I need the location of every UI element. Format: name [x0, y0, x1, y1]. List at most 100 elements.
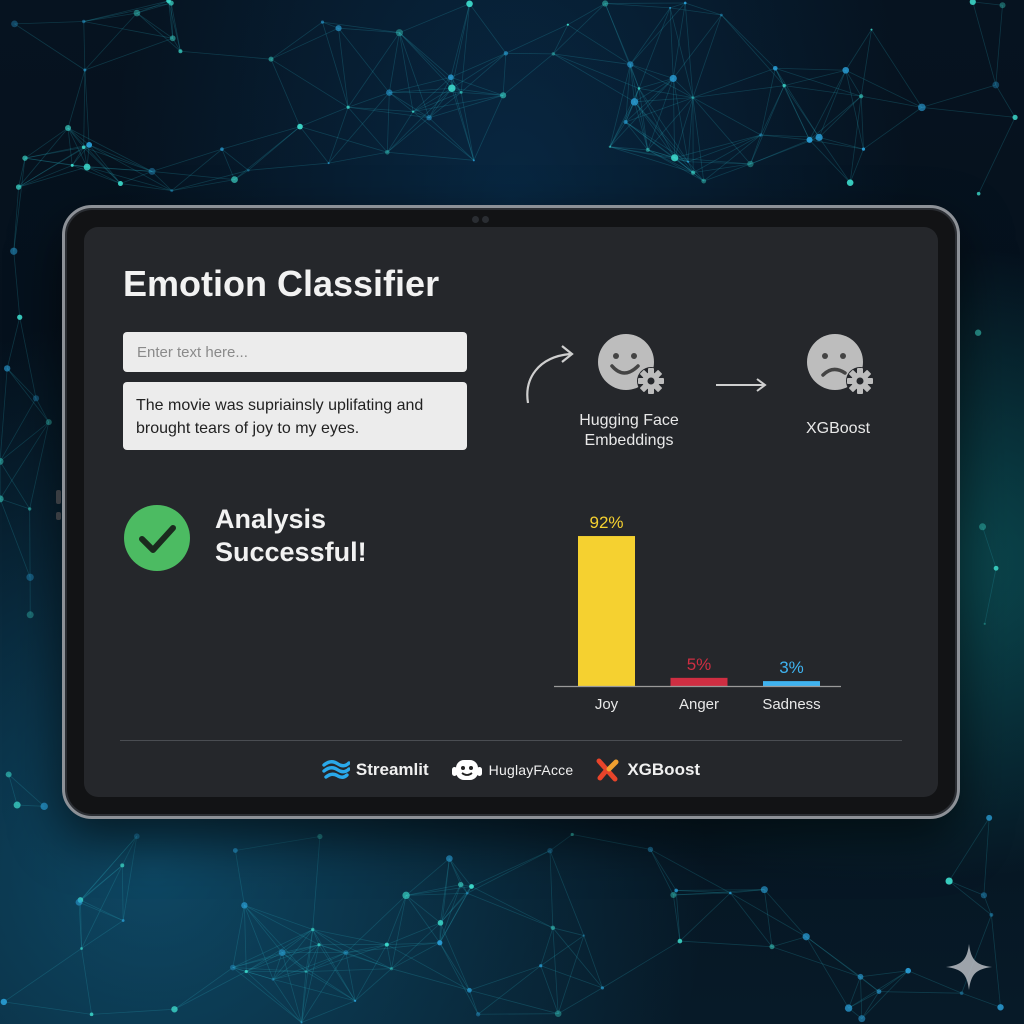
- network-link: [845, 70, 864, 150]
- text-area[interactable]: The movie was supriainsly uplifating and…: [123, 382, 467, 450]
- network-link: [948, 817, 990, 882]
- network-link: [174, 967, 234, 1010]
- network-node: [75, 898, 83, 906]
- network-link: [301, 929, 314, 1023]
- network-node: [317, 943, 321, 947]
- network-node: [120, 863, 125, 868]
- network-node: [231, 176, 238, 184]
- network-link: [391, 942, 440, 970]
- network-link: [775, 67, 846, 71]
- network-link: [391, 895, 407, 969]
- network-link: [818, 70, 847, 138]
- network-link: [78, 901, 124, 921]
- network-link: [692, 14, 722, 98]
- network-node: [602, 0, 609, 7]
- network-link: [675, 890, 681, 942]
- network-node: [70, 163, 74, 167]
- network-link: [0, 421, 50, 500]
- network-link: [549, 850, 554, 928]
- network-node: [691, 170, 696, 175]
- network-link: [281, 952, 307, 972]
- network-link: [502, 53, 507, 96]
- network-link: [783, 85, 820, 138]
- network-link: [583, 935, 603, 989]
- network-link: [995, 84, 1016, 118]
- network-node: [311, 927, 315, 932]
- network-link: [505, 52, 554, 55]
- network-node: [974, 329, 982, 336]
- network-node: [976, 191, 981, 196]
- network-node: [232, 848, 238, 853]
- network-node: [169, 35, 176, 42]
- network-link: [136, 12, 173, 39]
- network-link: [783, 85, 810, 141]
- network-link: [244, 904, 320, 946]
- network-link: [730, 892, 807, 938]
- network-link: [440, 922, 470, 991]
- network-node: [133, 9, 141, 17]
- network-node: [346, 105, 350, 109]
- network-node: [1012, 114, 1018, 120]
- network-link: [818, 95, 862, 138]
- network-node: [11, 20, 18, 28]
- network-node: [945, 877, 953, 885]
- network-link: [234, 850, 245, 906]
- network-link: [629, 7, 671, 65]
- network-link: [679, 892, 731, 942]
- smiley-gear-icon: [598, 334, 665, 395]
- text-input[interactable]: [123, 332, 467, 372]
- network-link: [3, 948, 82, 1003]
- network-node: [859, 94, 864, 99]
- network-link: [0, 498, 30, 510]
- status-message: Analysis Successful!: [215, 504, 367, 567]
- network-link: [771, 936, 807, 948]
- network-node: [608, 145, 612, 149]
- network-link: [609, 146, 675, 159]
- network-link: [502, 53, 554, 96]
- network-link: [540, 935, 585, 967]
- network-node: [550, 925, 556, 931]
- network-link: [972, 1, 1003, 6]
- network-node: [997, 1004, 1004, 1011]
- network-link: [863, 107, 923, 150]
- network-node: [395, 29, 404, 37]
- network-node: [686, 160, 690, 163]
- network-link: [0, 461, 30, 510]
- network-node: [500, 92, 507, 99]
- network-node: [170, 189, 174, 193]
- network-node: [40, 802, 48, 811]
- category-label: Sadness: [762, 696, 820, 713]
- network-link: [221, 126, 301, 150]
- network-link: [921, 84, 996, 108]
- network-node: [458, 881, 464, 888]
- network-node: [437, 940, 443, 946]
- network-node: [467, 987, 472, 993]
- network-node: [148, 167, 156, 175]
- network-node: [539, 964, 543, 968]
- network-link: [861, 991, 880, 1019]
- network-link: [13, 251, 21, 318]
- network-node: [389, 966, 394, 971]
- network-node: [0, 998, 8, 1006]
- network-link: [387, 151, 474, 161]
- network-link: [19, 317, 37, 399]
- network-link: [84, 12, 138, 71]
- network-node: [844, 1004, 853, 1012]
- network-link: [171, 179, 235, 192]
- network-link: [860, 29, 872, 97]
- network-link: [328, 107, 349, 164]
- network-link: [679, 940, 772, 948]
- network-node: [386, 89, 393, 96]
- network-node: [241, 902, 248, 909]
- network-node: [466, 0, 473, 8]
- network-node: [986, 814, 993, 821]
- network-link: [270, 27, 339, 60]
- network-link: [6, 368, 50, 423]
- app-screen: Emotion Classifier The movie was supriai…: [84, 227, 938, 797]
- network-link: [860, 976, 880, 992]
- network-link: [687, 134, 762, 163]
- network-link: [232, 967, 302, 1023]
- network-link: [388, 32, 400, 93]
- network-node: [327, 162, 330, 165]
- network-node: [220, 147, 224, 151]
